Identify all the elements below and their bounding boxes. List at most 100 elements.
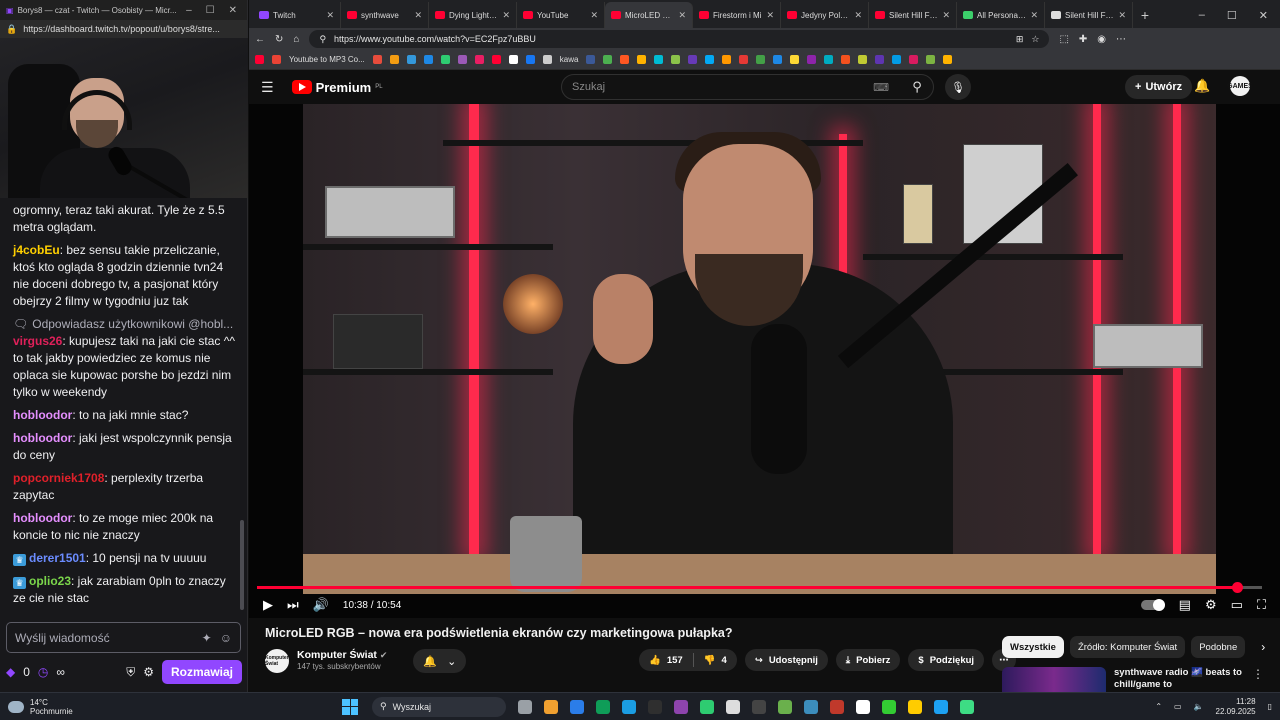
chat-username[interactable]: hobloodor [13,511,72,525]
bookmark-icon[interactable] [440,55,450,64]
tab-close-icon[interactable]: ✕ [766,10,774,21]
taskbar-app-icon[interactable] [648,699,662,714]
bookmark-icon[interactable] [542,55,552,64]
bookmark-icon[interactable] [739,55,749,64]
thumbs-up-icon[interactable]: 👍 [649,655,661,666]
menu-dots-icon[interactable]: ⋯ [1116,34,1126,45]
volume-icon[interactable]: 🔊 [313,597,329,613]
bookmark-icon[interactable] [389,55,399,64]
install-app-icon[interactable]: ⊞ [1016,34,1024,45]
account-avatar[interactable]: GAMES [1227,76,1253,96]
next-video-icon[interactable]: ⏭ [287,597,299,613]
bookmark-icon[interactable] [423,55,433,64]
tab-close-icon[interactable]: ✕ [678,10,686,21]
tab-close-icon[interactable]: ✕ [942,10,950,21]
browser-tab[interactable]: Silent Hill F Rev ✕ [1045,2,1133,28]
browser-tab[interactable]: Dying Light po ✕ [429,2,517,28]
twitch-address-bar[interactable]: 🔒 https://dashboard.twitch.tv/popout/u/b… [0,20,247,38]
network-icon[interactable]: ▭ [1174,702,1182,711]
browser-tab[interactable]: Firestorm i Mi ✕ [693,2,781,28]
browser-tab[interactable]: MicroLED RGB ✕ [605,2,693,28]
browser-tab[interactable]: Twitch ✕ [253,2,341,28]
keyboard-icon[interactable]: ⌨ [873,81,889,94]
browser-tab[interactable]: Silent Hill F Re ✕ [869,2,957,28]
channel-avatar[interactable]: Komputer Świat [265,649,289,673]
bookmark-kawa[interactable]: kawa [560,55,579,64]
youtube-premium-logo[interactable]: Premium PL [291,80,383,95]
play-icon[interactable]: ▶ [263,597,273,613]
chat-username[interactable]: j4cobEu [13,243,60,257]
taskbar-app-icon[interactable] [726,699,740,714]
microphone-icon[interactable]: 🎙 [945,74,971,100]
fullscreen-icon[interactable]: ⛶ [1257,597,1266,613]
chip-similar[interactable]: Podobne [1191,636,1246,658]
back-icon[interactable]: ← [255,34,265,45]
bookmark-icon[interactable] [491,55,501,64]
notifications-icon[interactable]: ▯ [1268,702,1272,711]
chat-username[interactable]: virgus26 [13,334,62,348]
bookmark-icon[interactable] [790,55,800,64]
like-dislike-button[interactable]: 👍 157 👎 4 [639,649,737,671]
bookmark-icon[interactable] [255,55,264,64]
channel-name[interactable]: Komputer Świat ✔ [297,649,387,661]
bookmark-icon[interactable] [773,55,783,64]
close-icon[interactable]: ✕ [229,5,237,16]
video-progress-bar[interactable] [257,582,1262,593]
bookmark-icon[interactable] [688,55,698,64]
chat-username[interactable]: oplio23 [29,574,71,588]
bookmark-icon[interactable] [637,55,647,64]
weather-widget[interactable]: 14°C Pochmurnie [8,698,208,716]
bookmark-icon[interactable] [457,55,467,64]
taskbar-app-icon[interactable] [830,699,844,714]
search-icon[interactable]: ⚲ [900,74,934,100]
taskbar-app-icon[interactable] [674,699,688,714]
browser-tab[interactable]: synthwave ✕ [341,2,429,28]
theater-mode-icon[interactable]: ▭ [1231,597,1243,613]
hamburger-menu-icon[interactable]: ☰ [261,79,274,96]
speaker-icon[interactable]: 🔈 [1194,702,1204,711]
minimize-icon[interactable]: – [186,5,192,16]
bookmark-icon[interactable] [892,55,902,64]
emote-icon[interactable]: ☺ [220,631,232,645]
settings-icon[interactable]: ⚙ [1205,597,1217,613]
taskbar-app-icon[interactable] [804,699,818,714]
recommended-title[interactable]: synthwave radio 🌌 beats to chill/game to [1114,667,1244,692]
taskbar-app-icon[interactable] [960,699,974,714]
browser-tab[interactable]: YouTube ✕ [517,2,605,28]
tab-close-icon[interactable]: ✕ [414,10,422,21]
share-button[interactable]: ↪ Udostępnij [744,649,828,671]
window-close-icon[interactable]: ✕ [1259,9,1268,22]
tab-close-icon[interactable]: ✕ [326,10,334,21]
create-button[interactable]: + Utwórz [1125,75,1193,99]
chat-username[interactable]: hobloodor [13,431,72,445]
bookmark-icon[interactable] [722,55,732,64]
browser-tab[interactable]: All Personal Fe ✕ [957,2,1045,28]
taskbar-app-icon[interactable] [700,699,714,714]
extension-icon[interactable]: ⬚ [1059,34,1068,45]
bits-icon[interactable]: ✦ [202,631,212,645]
youtube-search-input[interactable]: Szukaj ⌨ [561,74,934,100]
chat-username[interactable]: derer1501 [29,551,86,565]
browser-tab[interactable]: Jedyny Polak s ✕ [781,2,869,28]
clock[interactable]: 11:28 22.09.2025 [1216,697,1256,717]
site-info-icon[interactable]: ⚲ [319,34,326,45]
taskbar-app-icon[interactable] [778,699,792,714]
chat-username[interactable]: hobloodor [13,408,72,422]
tab-close-icon[interactable]: ✕ [1118,10,1126,21]
profile-icon[interactable]: ◉ [1097,34,1106,45]
bookmark-icon[interactable] [586,55,596,64]
bookmark-icon[interactable] [858,55,868,64]
tab-close-icon[interactable]: ✕ [1030,10,1038,21]
bookmark-star-icon[interactable]: ☆ [1031,34,1039,45]
bookmark-icon[interactable] [841,55,851,64]
bookmark-icon[interactable] [926,55,936,64]
chat-username[interactable]: popcorniek1708 [13,471,104,485]
bookmark-icon[interactable] [943,55,953,64]
bookmark-icon[interactable] [824,55,834,64]
thanks-button[interactable]: $ Podziękuj [908,649,985,671]
video-frame[interactable] [303,104,1216,594]
channel-points-icon[interactable]: ◆ [6,665,15,679]
window-maximize-icon[interactable]: ☐ [1227,9,1237,22]
address-bar[interactable]: ⚲ https://www.youtube.com/watch?v=EC2Fpz… [309,30,1050,48]
bookmark-icon[interactable] [909,55,919,64]
